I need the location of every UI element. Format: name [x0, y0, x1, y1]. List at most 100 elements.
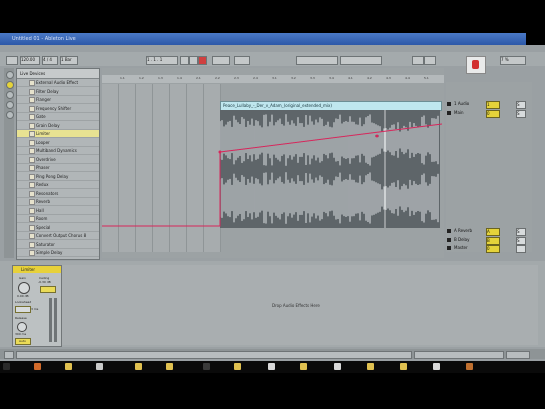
fold-arrow-icon[interactable]: [447, 246, 451, 250]
browser-item[interactable]: Resonators: [17, 190, 99, 198]
ruler-tick: 4.4: [405, 76, 410, 80]
folder-icon[interactable]: [300, 363, 307, 370]
browser-item[interactable]: Ping Pong Delay: [17, 173, 99, 181]
browser-item[interactable]: Redux: [17, 181, 99, 189]
ceiling-field[interactable]: [40, 286, 56, 293]
track-header[interactable]: Main 0 S: [446, 109, 532, 118]
notepad-icon[interactable]: [268, 363, 275, 370]
window-titlebar: Untitled 01 - Ableton Live: [0, 33, 526, 45]
gain-value: 0.00 dB: [17, 294, 29, 298]
file-browser-icon[interactable]: [6, 91, 14, 99]
folder-icon[interactable]: [135, 363, 142, 370]
ruler-tick: 3.4: [329, 76, 334, 80]
automation-line[interactable]: [102, 123, 443, 227]
loop-button[interactable]: [234, 56, 250, 65]
status-icon[interactable]: [4, 351, 14, 359]
solo-button[interactable]: S: [516, 110, 526, 118]
auto-release-button[interactable]: Auto: [15, 338, 31, 345]
record-button[interactable]: [198, 56, 207, 65]
view-toggle-button[interactable]: [506, 351, 530, 359]
lookahead-select[interactable]: [15, 306, 31, 313]
play-button[interactable]: [180, 56, 189, 65]
device-icon: [29, 250, 35, 256]
gain-knob[interactable]: [18, 282, 30, 294]
browser-item[interactable]: Flanger: [17, 96, 99, 104]
track-header[interactable]: Master 0: [446, 244, 532, 253]
track-activator-button[interactable]: 0: [486, 245, 500, 253]
folder-icon[interactable]: [367, 363, 374, 370]
browser-item[interactable]: Looper: [17, 139, 99, 147]
browser-app-icon[interactable]: [34, 363, 41, 370]
solo-button[interactable]: S: [516, 101, 526, 109]
browser-item-label: Limiter: [36, 131, 51, 136]
automation-breakpoint[interactable]: [218, 150, 222, 154]
effect-drop-area[interactable]: Drop Audio Effects Here: [62, 265, 538, 345]
track-header[interactable]: B Delay B S: [446, 236, 532, 245]
fold-arrow-icon[interactable]: [447, 111, 451, 115]
browser-item[interactable]: Filter Delay: [17, 88, 99, 96]
browser-item[interactable]: Convert Output Chorus 8: [17, 232, 99, 240]
position-field[interactable]: 1 . 1 . 1: [146, 56, 178, 65]
automation-breakpoint[interactable]: [375, 134, 379, 138]
track-name: Master: [454, 245, 468, 250]
browser-item[interactable]: Multiband Dynamics: [17, 147, 99, 155]
loop-position-field[interactable]: [296, 56, 338, 65]
browser-item[interactable]: Hall: [17, 207, 99, 215]
browser-item[interactable]: External Audio Effect: [17, 79, 99, 87]
device-icon: [29, 80, 35, 86]
fold-arrow-icon[interactable]: [447, 102, 451, 106]
browser-item[interactable]: Reverb: [17, 198, 99, 206]
track-activator-button[interactable]: 1: [486, 101, 500, 109]
browser-item[interactable]: Special: [17, 224, 99, 232]
start-icon[interactable]: [3, 363, 10, 370]
browser-item-label: Filter Delay: [36, 88, 59, 94]
time-ruler[interactable]: 1.1 1.2 1.3 1.4 2.1 2.2 2.3 2.4 3.1 3.2 3.3 3.4 4.1 4…: [102, 75, 444, 83]
folder-icon[interactable]: [65, 363, 72, 370]
track-header[interactable]: A Reverb A S: [446, 227, 532, 236]
document-icon[interactable]: [334, 363, 341, 370]
folder-icon[interactable]: [166, 363, 173, 370]
fold-arrow-icon[interactable]: [447, 238, 451, 242]
media-app-icon[interactable]: [203, 363, 210, 370]
ruler-tick: 1.4: [177, 76, 182, 80]
stop-button[interactable]: [189, 56, 198, 65]
browser-item[interactable]: Overdrive: [17, 156, 99, 164]
fold-arrow-icon[interactable]: [447, 229, 451, 233]
ceiling-value: -0.30 dB: [38, 280, 51, 284]
app-icon[interactable]: [466, 363, 473, 370]
browser-item[interactable]: Limiter: [17, 130, 99, 138]
browser-item[interactable]: Phaser: [17, 164, 99, 172]
loop-length-field[interactable]: [340, 56, 382, 65]
quantize-select[interactable]: 1 Bar: [60, 56, 78, 65]
device-browser-icon[interactable]: [6, 71, 14, 79]
document-icon[interactable]: [96, 363, 103, 370]
plugin-browser-icon[interactable]: [6, 81, 14, 89]
track-activator-button[interactable]: A: [486, 228, 500, 236]
tap-tempo-button[interactable]: [6, 56, 18, 65]
browser-item[interactable]: Grain Delay: [17, 122, 99, 130]
browser-item[interactable]: Gate: [17, 113, 99, 121]
draw-mode-button[interactable]: [412, 56, 424, 65]
release-knob[interactable]: [17, 322, 27, 332]
track-header[interactable]: 1 Audio 1 S: [446, 100, 532, 109]
solo-button[interactable]: S: [516, 228, 526, 236]
browser-item[interactable]: Saturator: [17, 241, 99, 249]
device-title-bar[interactable]: Limiter: [13, 266, 61, 273]
folder-icon[interactable]: [400, 363, 407, 370]
tempo-field[interactable]: 120.00: [20, 56, 40, 65]
solo-button[interactable]: [516, 245, 526, 253]
key-map-button[interactable]: [424, 56, 436, 65]
meter-field[interactable]: 4 / 4: [42, 56, 58, 65]
browser-item[interactable]: Room: [17, 215, 99, 223]
folder-icon[interactable]: [234, 363, 241, 370]
file-browser-2-icon[interactable]: [6, 101, 14, 109]
file-browser-3-icon[interactable]: [6, 111, 14, 119]
track-activator-button[interactable]: 0: [486, 110, 500, 118]
browser-item[interactable]: Frequency Shifter: [17, 105, 99, 113]
track-name-field: [414, 351, 504, 359]
ruler-tick: 1.2: [139, 76, 144, 80]
automation-layer: [102, 123, 443, 227]
browser-item[interactable]: Simple Delay: [17, 249, 99, 257]
document-icon[interactable]: [433, 363, 440, 370]
overdub-button[interactable]: [212, 56, 230, 65]
